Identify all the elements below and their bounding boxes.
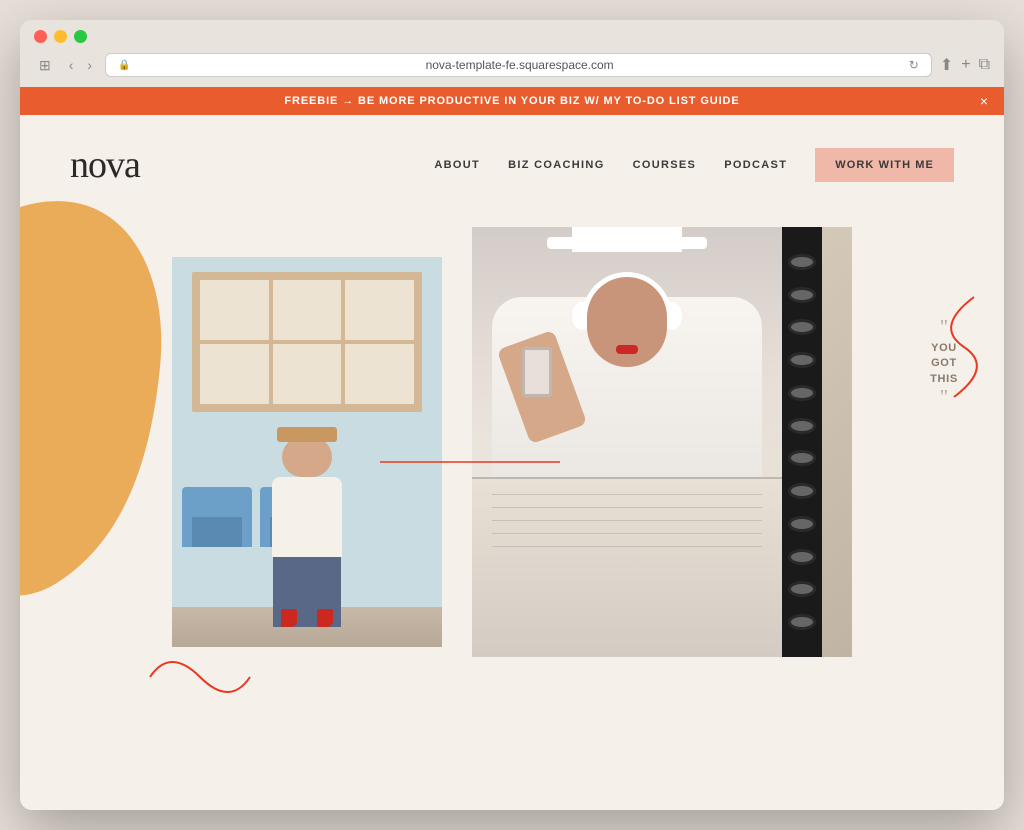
new-tab-button[interactable]: + — [961, 55, 970, 75]
bulletin-paper-3 — [345, 280, 414, 340]
person-overlay — [472, 227, 782, 497]
nav-podcast[interactable]: PODCAST — [724, 159, 787, 171]
bulletin-paper-5 — [273, 344, 342, 404]
bulletin-paper-2 — [273, 280, 342, 340]
banner-close-button[interactable]: × — [980, 93, 988, 109]
address-text: nova-template-fe.squarespace.com — [137, 58, 903, 72]
site-logo: nova — [70, 143, 140, 187]
share-button[interactable]: ⬆ — [940, 55, 953, 75]
bulletin-papers — [200, 280, 414, 404]
notebook-line-2 — [492, 507, 762, 508]
bulletin-paper-6 — [345, 344, 414, 404]
minimize-button[interactable] — [54, 30, 67, 43]
nav-courses[interactable]: COURSES — [633, 159, 697, 171]
quote-area: " YOU GOT THIS " — [894, 317, 994, 407]
spiral-ring-2 — [788, 287, 816, 303]
bulletin-board — [192, 272, 422, 412]
site-content: nova ABOUT BIZ COACHING COURSES PODCAST … — [20, 115, 1004, 810]
spiral-ring-8 — [788, 483, 816, 499]
nav-buttons: ‹ › — [64, 55, 97, 75]
quote-line-1: YOU — [894, 341, 994, 356]
spiral-ring-4 — [788, 352, 816, 368]
duplicate-button[interactable]: ⧉ — [979, 55, 990, 75]
reload-button[interactable]: ↻ — [909, 58, 919, 72]
traffic-lights — [34, 30, 990, 43]
quote-close-mark: " — [894, 387, 994, 407]
spiral-ring-11 — [788, 581, 816, 597]
photo-inner — [472, 227, 852, 657]
nav-biz-coaching[interactable]: BIZ COACHING — [508, 159, 605, 171]
nav-cta-button[interactable]: WORK WITH ME — [815, 148, 954, 182]
notebook-lines — [472, 479, 782, 562]
right-photo — [472, 227, 852, 657]
notebook-line-5 — [492, 546, 762, 547]
spiral-ring-5 — [788, 385, 816, 401]
browser-toolbar: ⊞ ‹ › 🔒 nova-template-fe.squarespace.com… — [34, 53, 990, 87]
spiral-ring-1 — [788, 254, 816, 270]
notebook-line-4 — [492, 533, 762, 534]
sidebar-toggle-button[interactable]: ⊞ — [34, 55, 56, 76]
forward-button[interactable]: › — [82, 55, 97, 75]
notebook-line-3 — [492, 520, 762, 521]
quote-text: YOU GOT THIS — [894, 341, 994, 387]
lock-icon: 🔒 — [118, 60, 130, 71]
bulletin-paper-1 — [200, 280, 269, 340]
site-header: nova ABOUT BIZ COACHING COURSES PODCAST … — [20, 115, 1004, 207]
spiral-ring-3 — [788, 319, 816, 335]
spiral-ring-9 — [788, 516, 816, 532]
person-figure — [272, 437, 342, 627]
toolbar-actions: ⬆ + ⧉ — [940, 55, 990, 75]
site-nav: ABOUT BIZ COACHING COURSES PODCAST WORK … — [434, 148, 954, 182]
notebook-bottom — [472, 477, 782, 657]
quote-line-2: GOT — [894, 356, 994, 371]
maximize-button[interactable] — [74, 30, 87, 43]
spiral-ring-7 — [788, 450, 816, 466]
address-bar[interactable]: 🔒 nova-template-fe.squarespace.com ↻ — [105, 53, 932, 77]
spiral-ring-10 — [788, 549, 816, 565]
photo-bg — [172, 257, 442, 647]
chair-left — [182, 487, 252, 547]
notification-banner: FREEBIE → BE MORE PRODUCTIVE IN YOUR BIZ… — [20, 87, 1004, 115]
spiral-ring-12 — [788, 614, 816, 630]
notebook-spiral — [782, 227, 822, 657]
banner-text: FREEBIE → BE MORE PRODUCTIVE IN YOUR BIZ… — [284, 95, 739, 107]
notebook-line-1 — [492, 494, 762, 495]
left-photo — [172, 257, 442, 647]
spiral-ring-6 — [788, 418, 816, 434]
browser-window: ⊞ ‹ › 🔒 nova-template-fe.squarespace.com… — [20, 20, 1004, 810]
site-main: " YOU GOT THIS " — [20, 207, 1004, 802]
quote-line-3: THIS — [894, 372, 994, 387]
bulletin-paper-4 — [200, 344, 269, 404]
nav-about[interactable]: ABOUT — [434, 159, 480, 171]
back-button[interactable]: ‹ — [64, 55, 79, 75]
close-button[interactable] — [34, 30, 47, 43]
quote-open-mark: " — [894, 317, 994, 337]
browser-chrome: ⊞ ‹ › 🔒 nova-template-fe.squarespace.com… — [20, 20, 1004, 87]
images-area: " YOU GOT THIS " — [70, 217, 954, 657]
